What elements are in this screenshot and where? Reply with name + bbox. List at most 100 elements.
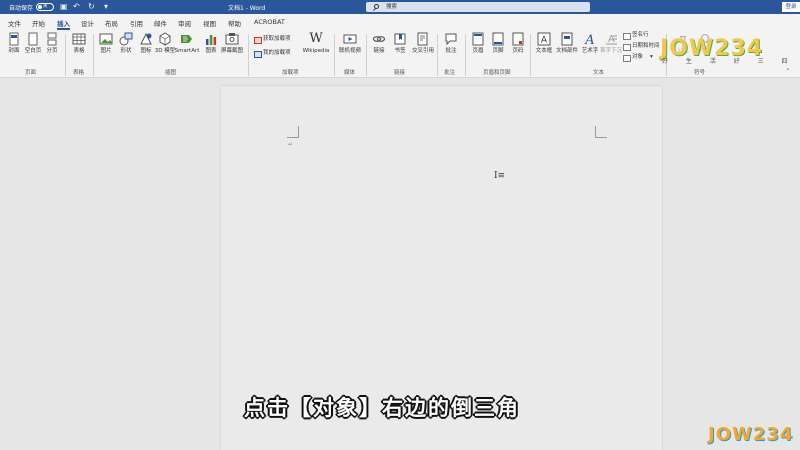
links-group-label: 链接 xyxy=(394,70,406,76)
tab-view[interactable]: 视图 xyxy=(203,18,216,28)
wikipedia-button[interactable]: W Wikipedia xyxy=(302,32,330,55)
bookmark-icon xyxy=(394,33,406,45)
page-number-button[interactable]: 页码 xyxy=(507,32,529,55)
undo-icon[interactable]: ↶ xyxy=(73,2,80,11)
pictures-label: 图片 xyxy=(100,48,112,54)
smartart-button[interactable]: SmartArt xyxy=(174,32,200,55)
tab-acrobat[interactable]: ACROBAT xyxy=(254,18,285,26)
drop-cap-icon: A xyxy=(606,34,617,45)
text-box-button[interactable]: A 文本框 xyxy=(533,32,555,55)
cross-reference-icon xyxy=(417,32,428,46)
object-button[interactable]: 对象 xyxy=(623,54,643,62)
screenshot-button[interactable]: 屏幕截图 xyxy=(219,32,245,55)
cross-reference-button[interactable]: 交叉引用 xyxy=(410,32,436,55)
illustrations-group-label: 插图 xyxy=(165,70,177,76)
ribbon-separator xyxy=(366,34,367,76)
3d-models-label: 3D 模型 xyxy=(154,48,176,54)
symbols-group-label: 符号 xyxy=(694,70,706,76)
cross-reference-label: 交叉引用 xyxy=(411,48,434,54)
page-number-icon xyxy=(512,32,524,46)
text-cursor-icon: I≡ xyxy=(494,171,506,181)
screenshot-icon xyxy=(225,33,239,45)
page-number-label: 页码 xyxy=(512,48,524,54)
header-button[interactable]: 页眉 xyxy=(467,32,489,55)
ribbon-tabs: 文件 开始 插入 设计 布局 引用 邮件 审阅 视图 帮助 ACROBAT xyxy=(0,14,800,30)
chart-icon xyxy=(206,35,217,45)
document-title: 文档1 - Word xyxy=(228,5,266,12)
get-addins-button[interactable]: 获取加载项 xyxy=(254,36,291,44)
table-group-label: 表格 xyxy=(73,70,85,76)
signin-button[interactable]: 登录 xyxy=(782,2,800,12)
drop-cap-button[interactable]: A 首字下沉 xyxy=(598,32,624,55)
online-video-button[interactable]: 联机视频 xyxy=(336,32,364,55)
ribbon-separator xyxy=(530,34,531,76)
text-box-icon: A xyxy=(537,32,551,46)
shapes-label: 形状 xyxy=(120,48,132,54)
svg-text:A: A xyxy=(584,33,594,46)
my-addins-button[interactable]: 我的加载项 xyxy=(254,50,291,58)
header-footer-group-label: 页眉和页脚 xyxy=(483,70,511,76)
signature-line-button[interactable]: 签名行 xyxy=(623,32,649,40)
footer-icon xyxy=(492,32,504,46)
drop-cap-label: 首字下沉 xyxy=(599,48,622,54)
comment-label: 批注 xyxy=(445,48,457,54)
tab-help[interactable]: 帮助 xyxy=(228,18,241,28)
table-icon xyxy=(72,33,86,45)
redo-icon[interactable]: ↻ xyxy=(88,2,95,11)
video-icon xyxy=(343,34,357,44)
3d-models-button[interactable]: 3D 模型 xyxy=(154,32,176,55)
pictures-button[interactable]: 图片 xyxy=(95,32,117,55)
table-button[interactable]: 表格 xyxy=(68,32,90,55)
margin-corner-top-left xyxy=(287,126,299,138)
tab-review[interactable]: 审阅 xyxy=(178,18,191,28)
page-break-button[interactable]: 分页 xyxy=(41,32,63,55)
comments-group-label: 批注 xyxy=(444,70,456,76)
link-button[interactable]: 链接 xyxy=(368,32,390,55)
quick-parts-icon xyxy=(561,32,573,46)
customize-quick-access-icon[interactable]: ▾ xyxy=(104,2,108,11)
ribbon-separator xyxy=(465,34,466,76)
tab-home[interactable]: 开始 xyxy=(32,18,45,28)
tab-layout[interactable]: 布局 xyxy=(105,18,118,28)
smartart-icon xyxy=(181,35,192,43)
page-break-label: 分页 xyxy=(46,48,58,54)
tutorial-subtitle: 点击【对象】右边的倒三角 xyxy=(244,396,520,420)
ribbon-separator xyxy=(437,34,438,76)
page-break-icon xyxy=(47,32,57,46)
wordart-icon: A xyxy=(584,33,594,46)
footer-label: 页脚 xyxy=(492,48,504,54)
addins-group-label: 加载项 xyxy=(282,70,299,76)
shapes-button[interactable]: 形状 xyxy=(115,32,137,55)
tab-mailings[interactable]: 邮件 xyxy=(154,18,167,28)
ribbon-separator xyxy=(248,34,249,76)
blank-page-icon xyxy=(28,32,38,46)
search-icon xyxy=(374,4,379,9)
watermark-logo-subtext: 好 生 活 好 三 四 xyxy=(662,58,796,65)
save-icon[interactable]: ▣ xyxy=(60,2,68,11)
collapse-ribbon-icon[interactable]: ˄ xyxy=(786,68,790,76)
tab-file[interactable]: 文件 xyxy=(8,18,21,28)
tab-insert[interactable]: 插入 xyxy=(57,18,70,30)
watermark-logo-bottom: JOW234 xyxy=(708,424,794,445)
paragraph-mark: ↵ xyxy=(288,141,294,148)
cube-icon xyxy=(159,32,171,46)
autosave-label: 自动保存 xyxy=(9,5,34,12)
comment-button[interactable]: 批注 xyxy=(440,32,462,55)
tab-references[interactable]: 引用 xyxy=(130,18,143,28)
media-group-label: 媒体 xyxy=(344,70,356,76)
footer-button[interactable]: 页脚 xyxy=(487,32,509,55)
date-time-button[interactable]: 日期和时间 xyxy=(623,43,660,51)
wikipedia-icon: W xyxy=(309,31,323,46)
quick-parts-button[interactable]: 文档部件 xyxy=(554,32,580,55)
autosave-toggle[interactable]: 关 xyxy=(36,3,54,11)
pages-group-label: 页面 xyxy=(25,70,37,76)
object-dropdown-arrow[interactable]: ▾ xyxy=(650,54,653,60)
search-box[interactable]: 搜索 xyxy=(366,2,590,12)
margin-corner-top-right xyxy=(595,126,607,138)
screenshot-label: 屏幕截图 xyxy=(220,48,243,54)
comment-icon xyxy=(445,33,457,46)
online-video-label: 联机视频 xyxy=(338,48,361,54)
ribbon-separator xyxy=(65,34,66,76)
tab-design[interactable]: 设计 xyxy=(81,18,94,28)
bookmark-button[interactable]: 书签 xyxy=(389,32,411,55)
